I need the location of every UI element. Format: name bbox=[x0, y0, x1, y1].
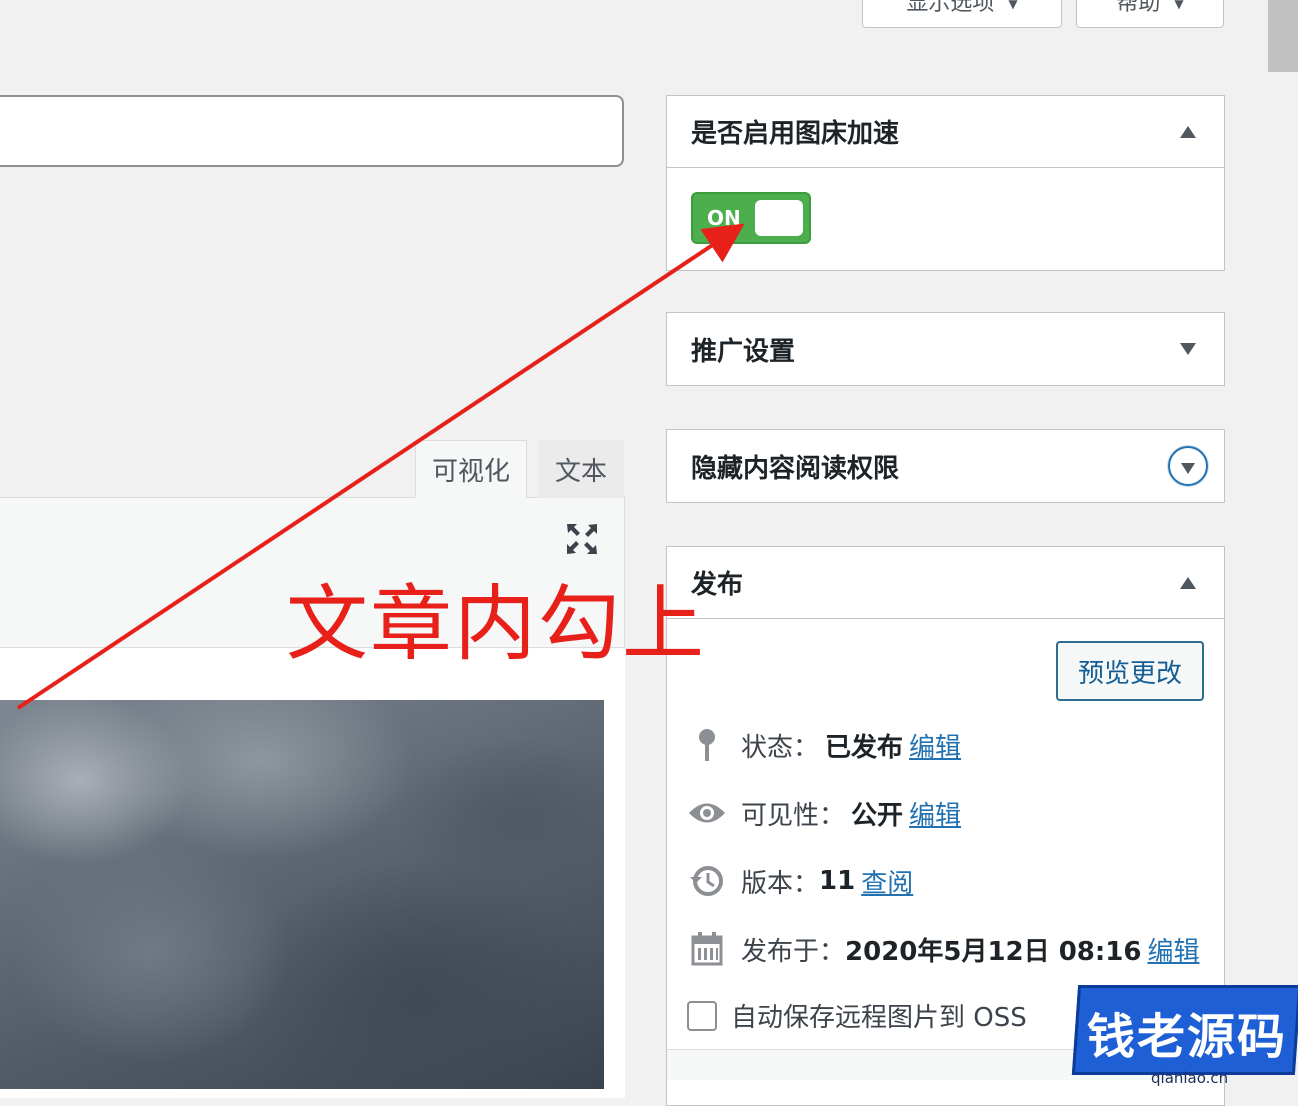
image-acceleration-toggle[interactable]: ON bbox=[691, 192, 811, 244]
status-row: 状态： 已发布 编辑 bbox=[687, 725, 961, 765]
tab-text[interactable]: 文本 bbox=[538, 440, 624, 498]
promotion-header[interactable]: 推广设置 bbox=[667, 313, 1224, 385]
watermark-logo: 钱老源码 qianlao.cn bbox=[1071, 985, 1298, 1089]
auto-save-checkbox[interactable] bbox=[687, 1000, 717, 1031]
post-title-input[interactable] bbox=[0, 95, 624, 167]
status-value: 已发布 bbox=[825, 732, 904, 763]
published-edit-link[interactable]: 编辑 bbox=[1147, 931, 1199, 968]
history-icon bbox=[687, 861, 727, 901]
help-button[interactable]: 帮助 ▼ bbox=[1076, 0, 1224, 28]
scrollbar-thumb[interactable] bbox=[1268, 0, 1298, 72]
auto-save-row: 自动保存远程图片到 OSS bbox=[687, 997, 1027, 1034]
visibility-row: 可见性： 公开 编辑 bbox=[687, 793, 961, 833]
expand-down-icon[interactable] bbox=[1180, 343, 1196, 355]
expand-toggle-button[interactable] bbox=[1168, 446, 1208, 486]
image-acceleration-title: 是否启用图床加速 bbox=[691, 119, 900, 149]
status-edit-link[interactable]: 编辑 bbox=[909, 727, 961, 764]
revisions-browse-link[interactable]: 查阅 bbox=[861, 863, 913, 900]
calendar-icon bbox=[687, 929, 727, 969]
help-label: 帮助 bbox=[1116, 0, 1161, 16]
watermark-text: 钱老源码 bbox=[1087, 1009, 1288, 1065]
switch-on-label: ON bbox=[707, 206, 741, 230]
post-image[interactable] bbox=[0, 700, 604, 1089]
preview-changes-button[interactable]: 预览更改 bbox=[1056, 641, 1204, 701]
collapse-up-icon[interactable] bbox=[1180, 576, 1196, 589]
tab-visual[interactable]: 可视化 bbox=[415, 440, 527, 498]
eye-icon bbox=[687, 793, 727, 833]
hidden-content-header[interactable]: 隐藏内容阅读权限 bbox=[667, 430, 1224, 502]
promotion-box: 推广设置 bbox=[666, 312, 1225, 386]
image-acceleration-box: 是否启用图床加速 ON bbox=[666, 95, 1225, 271]
publish-header[interactable]: 发布 bbox=[667, 547, 1224, 619]
auto-save-label: 自动保存远程图片到 OSS bbox=[731, 1003, 1027, 1033]
screen-options-label: 显示选项 bbox=[906, 0, 995, 16]
image-acceleration-header[interactable]: 是否启用图床加速 bbox=[667, 96, 1224, 168]
revisions-row: 版本： 11 查阅 bbox=[687, 861, 913, 901]
screen-options-button[interactable]: 显示选项 ▼ bbox=[862, 0, 1062, 28]
hidden-content-box: 隐藏内容阅读权限 bbox=[666, 429, 1225, 503]
hidden-content-title: 隐藏内容阅读权限 bbox=[691, 453, 900, 484]
watermark-domain: qianlao.cn bbox=[1151, 1069, 1229, 1087]
published-label: 发布于： bbox=[741, 936, 846, 967]
collapse-up-icon[interactable] bbox=[1180, 125, 1196, 138]
scrollbar[interactable] bbox=[1268, 0, 1298, 1089]
fullscreen-icon[interactable] bbox=[565, 522, 599, 556]
switch-knob bbox=[755, 200, 803, 236]
caret-down-icon: ▼ bbox=[1174, 0, 1184, 11]
published-date-row: 发布于： 2020年5月12日 08:16 编辑 bbox=[687, 929, 1199, 969]
status-label: 状态： bbox=[741, 732, 820, 763]
promotion-title: 推广设置 bbox=[691, 336, 796, 367]
caret-down-icon: ▼ bbox=[1008, 0, 1018, 11]
visibility-label: 可见性： bbox=[741, 800, 846, 831]
annotation-text: 文章内勾上 bbox=[286, 577, 707, 672]
expand-down-icon bbox=[1181, 462, 1195, 474]
published-value: 2020年5月12日 08:16 bbox=[845, 936, 1142, 967]
revisions-count: 11 bbox=[819, 866, 856, 896]
pin-icon bbox=[687, 725, 727, 765]
visibility-edit-link[interactable]: 编辑 bbox=[909, 795, 961, 832]
revisions-label: 版本： bbox=[741, 868, 820, 899]
visibility-value: 公开 bbox=[851, 800, 904, 831]
